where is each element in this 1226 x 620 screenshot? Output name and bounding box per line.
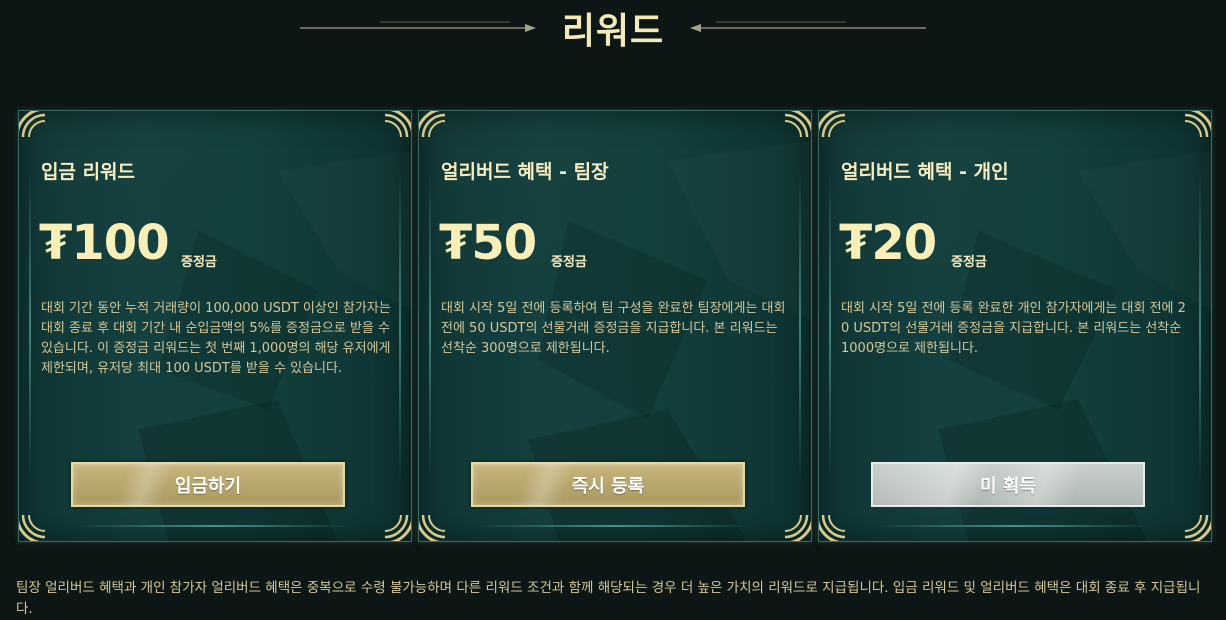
edge-glow	[29, 171, 31, 481]
corner-ornament-icon	[384, 111, 411, 138]
edge-glow	[1199, 171, 1201, 481]
card-description: 대회 기간 동안 누적 거래량이 100,000 USDT 이상인 참가자는 대…	[41, 301, 391, 376]
corner-ornament-icon	[1184, 111, 1211, 138]
corner-ornament-icon	[784, 514, 811, 541]
bottom-glow	[479, 525, 751, 527]
not-obtained-button: 미 획득	[871, 462, 1145, 507]
corner-ornament-icon	[19, 111, 46, 138]
bottom-glow	[879, 525, 1151, 527]
reward-amount: ₮20	[839, 215, 937, 271]
reward-footnote: 팀장 얼리버드 혜택과 개인 참가자 얼리버드 혜택은 중복으로 수령 불가능하…	[16, 580, 1201, 617]
amount-label: 증정금	[551, 255, 587, 270]
amount-label: 증정금	[181, 255, 217, 270]
deposit-button[interactable]: 입금하기	[71, 462, 345, 507]
corner-ornament-icon	[1184, 514, 1211, 541]
corner-ornament-icon	[19, 514, 46, 541]
bottom-glow	[79, 525, 351, 527]
card-title: 얼리버드 혜택 - 팀장	[441, 161, 609, 183]
corner-ornament-icon	[819, 111, 846, 138]
edge-glow	[829, 171, 831, 481]
reward-amount: ₮50	[439, 215, 537, 271]
reward-card-deposit: 입금 리워드 ₮100 증정금 대회 기간 동안 누적 거래량이 100,000…	[18, 110, 412, 542]
card-title: 얼리버드 혜택 - 개인	[841, 161, 1009, 183]
register-now-button[interactable]: 즉시 등록	[471, 462, 745, 507]
card-description: 대회 시작 5일 전에 등록 완료한 개인 참가자에게는 대회 전에 20 US…	[841, 301, 1186, 356]
reward-card-early-bird-leader: 얼리버드 혜택 - 팀장 ₮50 증정금 대회 시작 5일 전에 등록하여 팀 …	[418, 110, 812, 542]
arrow-left-icon	[690, 21, 926, 32]
corner-ornament-icon	[419, 111, 446, 138]
corner-ornament-icon	[384, 514, 411, 541]
reward-card-early-bird-individual: 얼리버드 혜택 - 개인 ₮20 증정금 대회 시작 5일 전에 등록 완료한 …	[818, 110, 1212, 542]
edge-glow	[399, 171, 401, 481]
corner-ornament-icon	[784, 111, 811, 138]
section-header: 리워드	[0, 0, 1226, 56]
page-title: 리워드	[561, 11, 665, 52]
card-description: 대회 시작 5일 전에 등록하여 팀 구성을 완료한 팀장에게는 대회 전에 5…	[441, 301, 786, 356]
reward-amount: ₮100	[39, 215, 170, 271]
amount-label: 증정금	[951, 255, 987, 270]
card-title: 입금 리워드	[41, 161, 136, 183]
edge-glow	[799, 171, 801, 481]
edge-glow	[429, 171, 431, 481]
corner-ornament-icon	[419, 514, 446, 541]
corner-ornament-icon	[819, 514, 846, 541]
